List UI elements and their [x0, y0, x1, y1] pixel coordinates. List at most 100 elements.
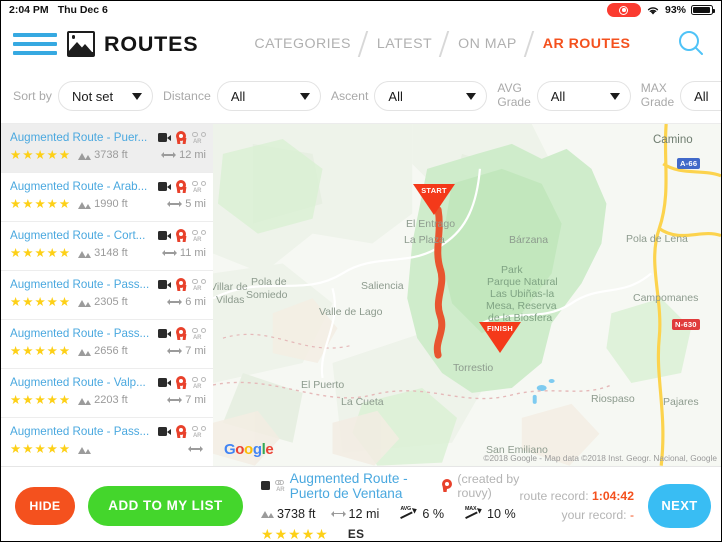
star-icon: ★ — [58, 246, 71, 260]
route-ascent-value: 3738 ft — [94, 149, 128, 162]
video-camera-icon — [158, 378, 171, 387]
ascent-label: Ascent — [330, 88, 369, 103]
tab-categories[interactable]: CATEGORIES — [248, 36, 356, 52]
tab-ar-routes[interactable]: AR ROUTES — [537, 36, 637, 52]
video-camera-icon — [158, 133, 171, 142]
route-row-title: Augmented Route - Pass... AR — [10, 425, 206, 439]
hide-button[interactable]: HIDE — [15, 486, 75, 525]
detail-distance: 12 mi — [330, 506, 380, 521]
status-bar: 2:04 PM Thu Dec 6 93% — [1, 1, 721, 19]
avg-grade-value: All — [550, 88, 566, 104]
route-list-item[interactable]: Augmented Route - Pass... AR ★ ★ ★ ★ ★ 2305 ft 6… — [1, 271, 213, 320]
your-record-row: your record: - — [519, 506, 634, 525]
tab-on-map[interactable]: ON MAP — [452, 36, 523, 52]
route-row-stats: ★ ★ ★ ★ ★ 2305 ft 6 mi — [10, 296, 206, 309]
distance-label: Distance — [162, 88, 211, 103]
route-ascent-value: 3148 ft — [94, 247, 128, 260]
route-ascent: 3148 ft — [78, 247, 128, 259]
star-icon: ★ — [46, 442, 58, 456]
ar-binoculars-icon: AR — [192, 376, 206, 390]
filter-bar: Sort by Not set Distance All Ascent All … — [1, 69, 721, 123]
route-list-item[interactable]: Augmented Route - Pass... AR ★ ★ ★ ★ ★ — [1, 418, 213, 466]
distance-select[interactable]: All — [216, 81, 321, 111]
star-icon: ★ — [22, 246, 34, 260]
battery-percent: 93% — [664, 4, 686, 16]
star-icon: ★ — [58, 344, 71, 358]
route-ascent-value: 2656 ft — [94, 345, 128, 358]
hamburger-menu-icon[interactable] — [13, 28, 57, 61]
star-icon: ★ — [10, 393, 22, 407]
next-button[interactable]: NEXT — [648, 483, 711, 528]
detail-avg-grade-value: 6 % — [422, 506, 445, 521]
rating-stars: ★ ★ ★ ★ ★ — [10, 443, 70, 456]
route-list[interactable]: Augmented Route - Puer... AR ★ ★ ★ ★ ★ 3738 ft 1… — [1, 124, 213, 466]
route-detail-name[interactable]: Augmented Route - Puerto de Ventana — [290, 471, 436, 501]
avg-grade-icon-label: AVG — [400, 506, 411, 512]
road-shield-label: N-630 — [672, 319, 700, 330]
video-camera-icon — [158, 280, 171, 289]
google-logo: Google — [224, 441, 274, 458]
route-author: (created by rouvy) — [457, 471, 520, 500]
star-icon: ★ — [46, 344, 58, 358]
tab-latest[interactable]: LATEST — [371, 36, 438, 52]
records-block: route record: 1:04:42 your record: - — [519, 487, 634, 525]
route-name: Augmented Route - Pass... — [10, 278, 150, 291]
rating-stars: ★ ★ ★ ★ ★ — [10, 149, 70, 162]
star-icon: ★ — [58, 197, 71, 211]
star-icon: ★ — [34, 197, 46, 211]
route-list-item[interactable]: Augmented Route - Valp... AR ★ ★ ★ ★ ★ 2203 ft 7… — [1, 369, 213, 418]
content-area: Augmented Route - Puer... AR ★ ★ ★ ★ ★ 3738 ft 1… — [1, 123, 721, 466]
route-row-icons: AR — [158, 180, 206, 194]
star-icon: ★ — [10, 295, 22, 309]
route-list-item[interactable]: Augmented Route - Pass... AR ★ ★ ★ ★ ★ 2656 ft 7… — [1, 320, 213, 369]
route-record-value: 1:04:42 — [591, 488, 634, 503]
route-list-item[interactable]: Augmented Route - Cort... AR ★ ★ ★ ★ ★ 3148 ft 1… — [1, 222, 213, 271]
route-ascent — [78, 445, 94, 454]
chevron-down-icon — [131, 92, 142, 100]
detail-distance-value: 12 mi — [348, 506, 380, 521]
route-row-icons: AR — [158, 278, 206, 292]
video-camera-icon — [158, 427, 171, 436]
add-to-my-list-button[interactable]: ADD TO MY LIST — [88, 485, 243, 526]
video-camera-icon — [158, 182, 171, 191]
max-grade-select[interactable]: All — [680, 81, 721, 111]
start-marker[interactable]: START — [413, 184, 455, 215]
route-distance-value: 5 mi — [185, 198, 206, 211]
ascent-icon — [78, 298, 92, 307]
route-distance-value: 12 mi — [179, 149, 206, 162]
star-icon: ★ — [10, 148, 22, 162]
map-view[interactable]: Camino El Entrago La Plaza Bárzana Pola de L… — [213, 124, 721, 466]
award-medal-icon — [176, 327, 187, 340]
star-icon: ★ — [10, 344, 22, 358]
star-icon: ★ — [10, 246, 22, 260]
avg-grade-label-line2: Grade — [497, 95, 531, 109]
route-list-item[interactable]: Augmented Route - Puer... AR ★ ★ ★ ★ ★ 3738 ft 1… — [1, 124, 213, 173]
ascent-icon — [78, 151, 92, 160]
route-row-stats: ★ ★ ★ ★ ★ — [10, 443, 206, 456]
video-camera-icon — [158, 231, 171, 240]
tab-separator — [357, 31, 371, 57]
route-ascent: 2203 ft — [78, 394, 128, 406]
map-background — [213, 124, 721, 466]
finish-marker[interactable]: FINISH — [479, 322, 521, 353]
photo-mountain-icon — [67, 31, 95, 57]
battery-icon — [691, 5, 716, 15]
ar-binoculars-icon: AR — [192, 229, 206, 243]
route-row-icons: AR — [158, 229, 206, 243]
ascent-select[interactable]: All — [374, 81, 488, 111]
route-list-item[interactable]: Augmented Route - Arab... AR ★ ★ ★ ★ ★ 1990 ft 5… — [1, 173, 213, 222]
search-icon[interactable] — [675, 28, 707, 60]
avg-grade-select[interactable]: All — [536, 81, 631, 111]
video-camera-icon — [158, 329, 171, 338]
star-icon: ★ — [34, 148, 46, 162]
star-icon: ★ — [22, 442, 34, 456]
route-row-title: Augmented Route - Arab... AR — [10, 180, 206, 194]
route-row-title: Augmented Route - Pass... AR — [10, 278, 206, 292]
route-distance-value: 7 mi — [185, 394, 206, 407]
avg-grade-label-line1: AVG — [497, 81, 522, 96]
route-distance-value: 7 mi — [185, 345, 206, 358]
ar-binoculars-icon: AR — [192, 327, 206, 341]
star-icon: ★ — [58, 442, 71, 456]
sort-by-select[interactable]: Not set — [57, 81, 153, 111]
route-detail-stats-row: 3738 ft 12 mi AVG 6 % MAX 10 % — [261, 505, 519, 521]
